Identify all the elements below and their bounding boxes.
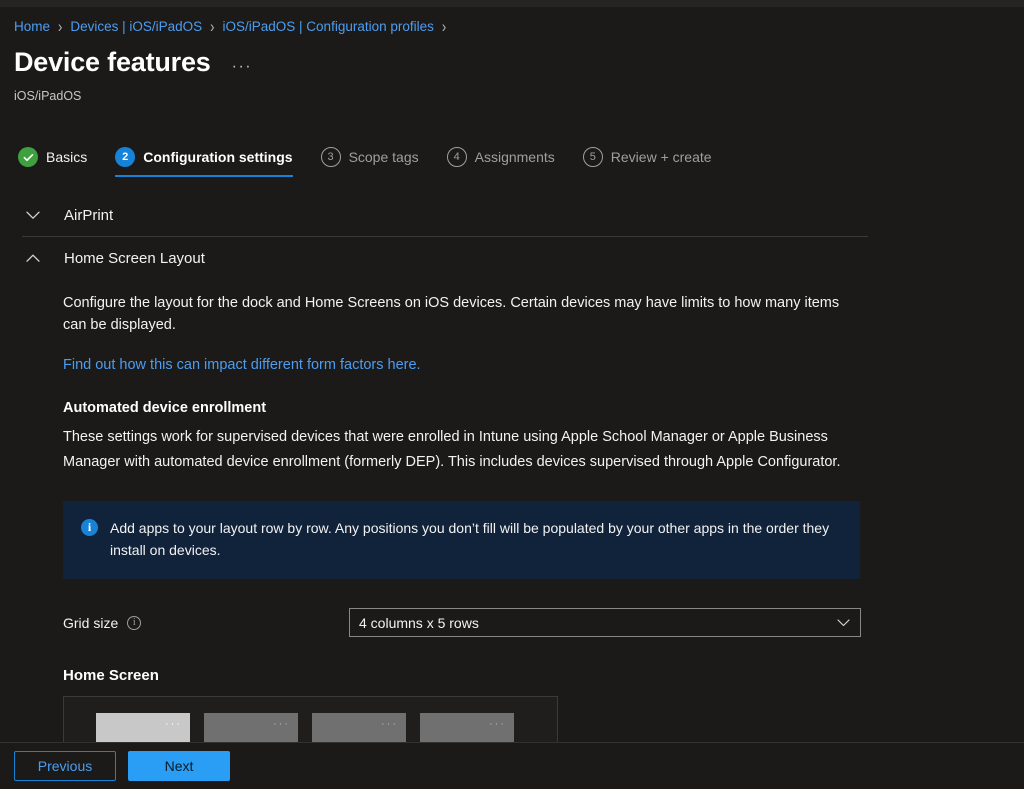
info-callout-text: Add apps to your layout row by row. Any …	[110, 517, 842, 561]
chevron-down-icon	[22, 211, 44, 220]
blade-content: Home › Devices | iOS/iPadOS › iOS/iPadOS…	[0, 7, 1024, 742]
tile-more-icon[interactable]: ···	[381, 720, 398, 728]
automated-device-enrollment-heading: Automated device enrollment	[63, 400, 868, 416]
section-title: AirPrint	[64, 207, 113, 224]
breadcrumb-item-home[interactable]: Home	[14, 18, 50, 36]
section-title: Home Screen Layout	[64, 250, 205, 267]
step-number-badge: 4	[447, 147, 467, 167]
grid-size-row: Grid size i 4 columns x 5 rows	[63, 608, 868, 637]
tile-more-icon[interactable]: ···	[165, 720, 182, 728]
breadcrumb-item-devices[interactable]: Devices | iOS/iPadOS	[70, 18, 202, 36]
check-icon	[18, 147, 38, 167]
grid-size-label-group: Grid size i	[63, 615, 349, 631]
wizard-step-label: Scope tags	[349, 149, 419, 165]
wizard-steps: Basics 2 Configuration settings 3 Scope …	[18, 147, 740, 177]
wizard-step-review-create[interactable]: 5 Review + create	[583, 147, 712, 177]
info-icon: i	[81, 519, 98, 536]
section-header-home-screen-layout[interactable]: Home Screen Layout	[22, 237, 868, 280]
chevron-down-icon	[837, 619, 850, 627]
automated-device-enrollment-text: These settings work for supervised devic…	[63, 425, 863, 475]
breadcrumb-separator-icon: ›	[210, 16, 214, 39]
previous-button[interactable]: Previous	[14, 751, 116, 781]
step-number-badge: 5	[583, 147, 603, 167]
home-screen-preview-title: Home Screen	[63, 667, 868, 684]
home-screen-tile-row: ··· ··· ··· ···	[64, 713, 557, 742]
grid-size-dropdown[interactable]: 4 columns x 5 rows	[349, 608, 861, 637]
chevron-up-icon	[22, 254, 44, 263]
home-screen-layout-body: Configure the layout for the dock and Ho…	[22, 280, 868, 742]
step-number-badge: 3	[321, 147, 341, 167]
wizard-step-scope-tags[interactable]: 3 Scope tags	[321, 147, 419, 177]
form-factors-link[interactable]: Find out how this can impact different f…	[63, 357, 421, 373]
wizard-step-label: Basics	[46, 149, 87, 165]
wizard-step-label: Assignments	[475, 149, 555, 165]
breadcrumb-separator-icon: ›	[442, 16, 446, 39]
title-row: Device features ···	[14, 45, 252, 79]
info-tooltip-icon[interactable]: i	[127, 616, 141, 630]
wizard-footer: Previous Next	[0, 742, 1024, 789]
top-strip	[0, 0, 1024, 7]
section-header-airprint[interactable]: AirPrint	[22, 194, 868, 237]
settings-sections: AirPrint Home Screen Layout Configure th…	[22, 194, 868, 742]
tile-more-icon[interactable]: ···	[489, 720, 506, 728]
wizard-step-assignments[interactable]: 4 Assignments	[447, 147, 555, 177]
wizard-step-label: Review + create	[611, 149, 712, 165]
home-screen-tile[interactable]: ···	[312, 713, 406, 742]
azure-portal-blade: Home › Devices | iOS/iPadOS › iOS/iPadOS…	[0, 0, 1024, 789]
next-button[interactable]: Next	[128, 751, 230, 781]
wizard-step-configuration-settings[interactable]: 2 Configuration settings	[115, 147, 292, 177]
home-screen-preview: ··· ··· ··· ···	[63, 696, 558, 742]
breadcrumb-separator-icon: ›	[58, 16, 62, 39]
wizard-step-basics[interactable]: Basics	[18, 147, 87, 177]
breadcrumb: Home › Devices | iOS/iPadOS › iOS/iPadOS…	[14, 18, 454, 36]
grid-size-value: 4 columns x 5 rows	[359, 615, 479, 631]
tile-more-icon[interactable]: ···	[273, 720, 290, 728]
info-callout: i Add apps to your layout row by row. An…	[63, 501, 860, 579]
breadcrumb-item-configuration-profiles[interactable]: iOS/iPadOS | Configuration profiles	[223, 18, 434, 36]
page-title: Device features	[14, 45, 211, 79]
grid-size-label: Grid size	[63, 615, 118, 631]
home-screen-tile[interactable]: ···	[204, 713, 298, 742]
more-options-icon[interactable]: ···	[232, 61, 252, 73]
page-subtitle: iOS/iPadOS	[14, 89, 81, 103]
home-screen-tile[interactable]: ···	[420, 713, 514, 742]
home-screen-tile[interactable]: ···	[96, 713, 190, 742]
section-description: Configure the layout for the dock and Ho…	[63, 292, 853, 336]
step-number-badge: 2	[115, 147, 135, 167]
wizard-step-label: Configuration settings	[143, 149, 292, 165]
